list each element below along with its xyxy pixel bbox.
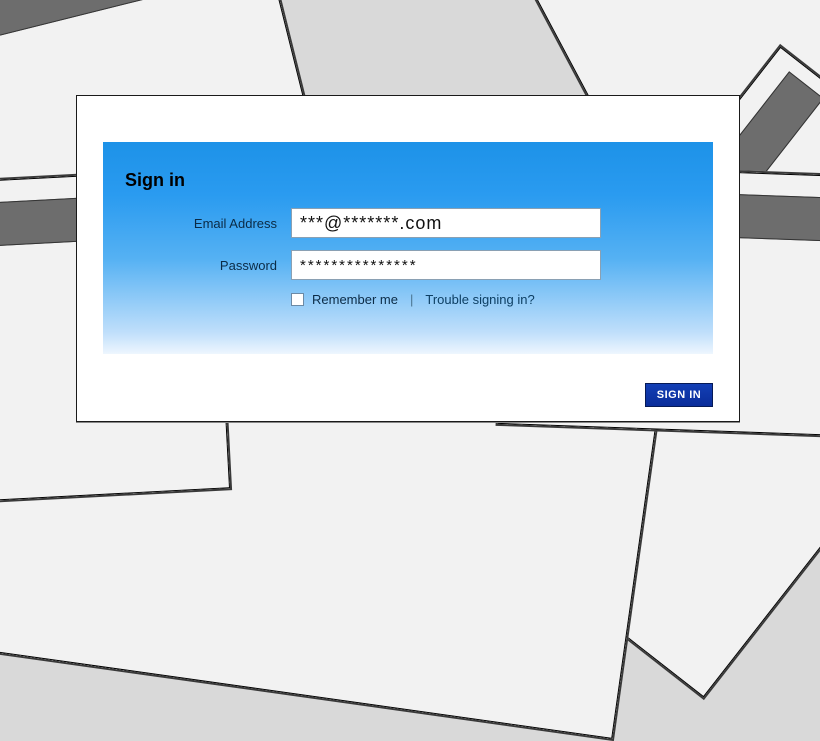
email-label: Email Address (103, 216, 291, 231)
signin-button[interactable]: SIGN IN (645, 383, 713, 407)
separator: | (410, 292, 413, 307)
trouble-link[interactable]: Trouble signing in? (425, 292, 534, 307)
signin-modal: Sign in Email Address ***@*******.com Pa… (76, 95, 740, 422)
remember-label: Remember me (312, 292, 398, 307)
signin-panel: Sign in Email Address ***@*******.com Pa… (103, 142, 713, 354)
password-field[interactable]: *************** (291, 250, 601, 280)
password-label: Password (103, 258, 291, 273)
panel-title: Sign in (125, 170, 185, 191)
email-row: Email Address ***@*******.com (103, 208, 713, 238)
email-field[interactable]: ***@*******.com (291, 208, 601, 238)
remember-checkbox[interactable] (291, 293, 304, 306)
aux-row: Remember me | Trouble signing in? (291, 292, 535, 307)
bg-card-title: Sign in (0, 0, 258, 90)
password-row: Password *************** (103, 250, 713, 280)
